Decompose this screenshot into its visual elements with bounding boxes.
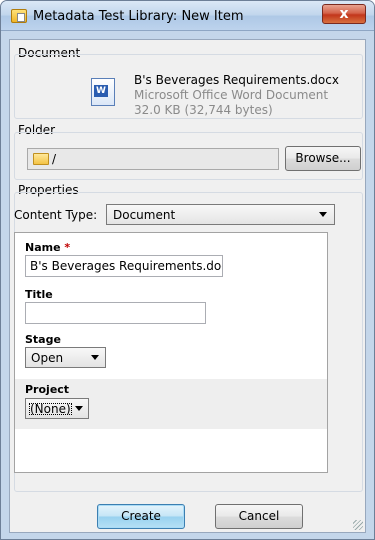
folder-path: / <box>52 152 57 166</box>
library-icon <box>11 9 27 23</box>
content-type-label: Content Type: <box>14 208 98 222</box>
project-select[interactable]: (None) <box>25 398 89 419</box>
chevron-down-icon <box>91 355 99 360</box>
properties-form-panel: Name * B's Beverages Requirements.docx T… <box>14 232 328 473</box>
window-title: Metadata Test Library: New Item <box>33 9 244 24</box>
cancel-button[interactable]: Cancel <box>215 504 303 529</box>
stage-field-label: Stage <box>25 333 61 346</box>
dialog-window: Metadata Test Library: New Item x Docume… <box>0 0 375 540</box>
close-icon: x <box>339 6 349 22</box>
name-label-text: Name <box>25 241 61 254</box>
stage-value: Open <box>31 351 64 365</box>
browse-button[interactable]: Browse... <box>285 146 361 171</box>
close-button[interactable]: x <box>322 4 366 24</box>
folder-icon <box>33 153 49 165</box>
chevron-down-icon <box>75 406 83 411</box>
document-file-name: B's Beverages Requirements.docx <box>134 73 339 87</box>
content-type-select[interactable]: Document <box>106 204 335 225</box>
title-input[interactable] <box>25 302 206 324</box>
dialog-body: Document B's Beverages Requirements.docx… <box>9 39 366 533</box>
name-field-label: Name * <box>25 241 70 254</box>
chevron-down-icon <box>319 212 327 217</box>
folder-path-field: / <box>27 148 279 170</box>
project-field-label: Project <box>25 383 70 396</box>
title-bar[interactable]: Metadata Test Library: New Item x <box>1 1 374 31</box>
title-field-label: Title <box>25 288 53 301</box>
create-button[interactable]: Create <box>97 504 185 529</box>
stage-select[interactable]: Open <box>25 347 106 368</box>
document-file-size: 32.0 KB (32,744 bytes) <box>134 103 273 117</box>
word-document-icon <box>91 78 115 106</box>
required-marker: * <box>64 241 71 254</box>
content-type-value: Document <box>113 208 176 222</box>
name-input[interactable]: B's Beverages Requirements.docx <box>25 255 223 277</box>
project-value: (None) <box>28 402 72 416</box>
resize-grip-icon[interactable] <box>353 520 363 530</box>
document-file-type: Microsoft Office Word Document <box>134 88 329 102</box>
